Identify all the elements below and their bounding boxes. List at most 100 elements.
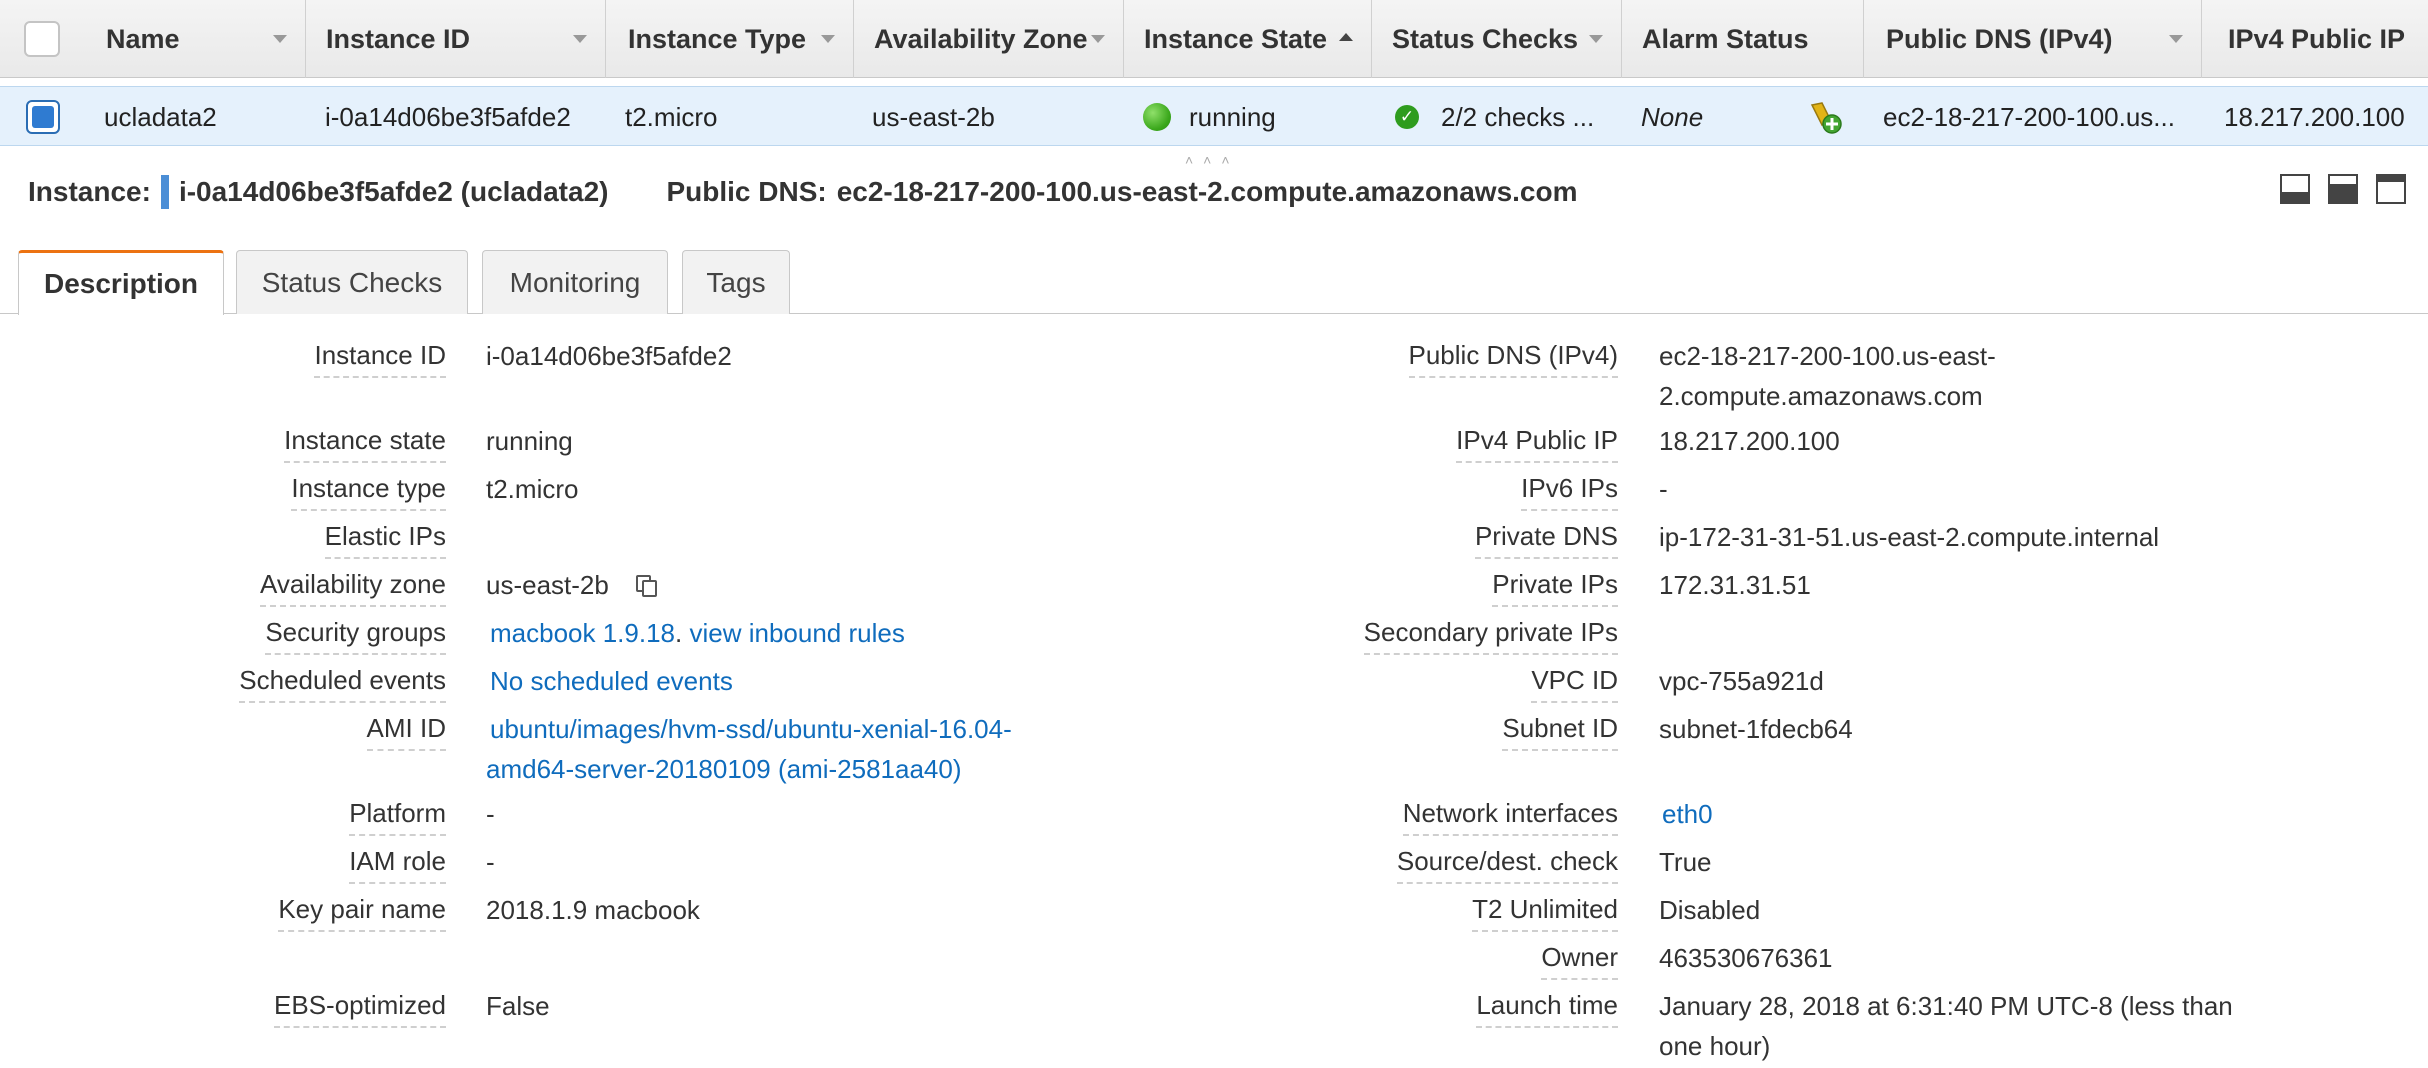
pane-bottom-icon[interactable] [2280,174,2310,204]
public-ip-value: 18.217.200.100 [1659,426,1840,456]
private-ips-value: 172.31.31.51 [1659,570,1811,600]
launch-time-line-1: January 28, 2018 at 6:31:40 PM UTC-8 (le… [1659,991,2233,1021]
tab-tags[interactable]: Tags [682,250,790,314]
field-label: EBS-optimized [274,990,446,1028]
field-label: Private IPs [1492,569,1618,607]
ami-id-line-1: ubuntu/images/hvm-ssd/ubuntu-xenial-16.0… [490,714,1012,744]
field-label: IPv4 Public IP [1456,425,1618,463]
column-header-alarm-status[interactable]: Alarm Status [1622,0,1864,78]
cell-public-dns: ec2-18-217-200-100.us... [1883,101,2175,132]
field-label: Instance state [284,425,446,463]
field-label: Network interfaces [1402,798,1618,836]
instance-id-value: i-0a14d06be3f5afde2 [486,341,732,371]
column-header-availability-zone[interactable]: Availability Zone [854,0,1124,78]
cell-instance-type: t2.micro [625,101,718,132]
public-dns-value: ec2-18-217-200-100.us-east- 2.compute.am… [1659,336,2279,416]
resize-grip-icon[interactable]: ˄˄˄ [1185,152,1240,168]
detail-dns-value: ec2-18-217-200-100.us-east-2.compute.ama… [836,176,1578,207]
tab-description[interactable]: Description [18,250,224,315]
sort-caret-icon [273,35,287,43]
t2-unlimited-value: Disabled [1659,895,1761,925]
field-label: IAM role [349,846,446,884]
column-header-label: Status Checks [1392,23,1579,54]
sort-caret-icon [821,35,835,43]
column-header-label: Alarm Status [1642,23,1809,54]
selection-marker [160,175,169,209]
column-header-label: Instance ID [326,23,471,54]
column-header-label: Public DNS (IPv4) [1886,23,2113,54]
column-header-label: Availability Zone [874,23,1088,54]
field-label: Security groups [265,617,446,655]
availability-zone-text: us-east-2b [486,570,609,600]
vpc-id-value: vpc-755a921d [1659,666,1824,696]
cell-name: ucladata2 [104,101,217,132]
field-label: Platform [349,798,446,836]
row-checkbox[interactable] [26,100,60,134]
instance-state-text: running [1189,101,1276,132]
column-header-label: Instance Type [628,23,807,54]
sort-caret-icon [573,35,587,43]
pane-middle-icon[interactable] [2328,174,2358,204]
field-label: Private DNS [1474,521,1618,559]
field-label: Elastic IPs [324,521,446,559]
column-header-label: Name [106,23,180,54]
field-label: Instance ID [314,340,446,378]
sort-caret-icon [1589,35,1603,43]
column-header-public-ip[interactable]: IPv4 Public IP [2202,0,2428,78]
detail-instance-label: Instance: [28,176,151,207]
launch-time-value: January 28, 2018 at 6:31:40 PM UTC-8 (le… [1659,986,2359,1066]
field-label: Instance type [291,473,446,511]
copy-icon[interactable] [636,575,658,597]
status-checks-text: 2/2 checks ... [1441,101,1595,132]
platform-value: - [486,799,495,829]
tab-monitoring[interactable]: Monitoring [482,250,668,314]
column-header-label: IPv4 Public IP [2228,23,2406,54]
network-interface-link[interactable]: eth0 [1662,794,2282,834]
cell-status-checks: ✓ 2/2 checks ... [1395,87,1607,147]
security-group-link[interactable]: macbook 1.9.18 [490,618,675,648]
detail-instance-value: i-0a14d06be3f5afde2 (ucladata2) [178,176,609,207]
checkbox-checked-icon [32,106,54,128]
check-passed-icon: ✓ [1395,105,1419,129]
column-header-name[interactable]: Name [84,0,306,78]
tab-status-checks[interactable]: Status Checks [236,250,468,314]
source-dest-check-value: True [1659,847,1712,877]
ami-id-link[interactable]: ubuntu/images/hvm-ssd/ubuntu-xenial-16.0… [486,709,1106,789]
cell-public-ip: 18.217.200.100 [2224,101,2405,132]
column-header-instance-id[interactable]: Instance ID [306,0,606,78]
cell-instance-id: i-0a14d06be3f5afde2 [325,101,571,132]
instance-type-value: t2.micro [486,474,579,504]
field-label: Public DNS (IPv4) [1408,340,1618,378]
field-label: Secondary private IPs [1363,617,1618,655]
view-inbound-rules-link[interactable]: view inbound rules [689,618,904,648]
detail-header: Instance: i-0a14d06be3f5afde2 (ucladata2… [28,172,1578,212]
security-groups-value: macbook 1.9.18. view inbound rules [490,613,1110,653]
sort-caret-icon [2169,35,2183,43]
select-all-checkbox[interactable] [24,21,60,57]
instance-state-value: running [486,426,573,456]
cell-availability-zone: us-east-2b [872,101,995,132]
field-label: VPC ID [1531,665,1618,703]
field-label: Launch time [1476,990,1618,1028]
cell-instance-state: running [1143,87,1276,147]
alarm-add-icon[interactable] [1808,99,1844,135]
column-header-status-checks[interactable]: Status Checks [1372,0,1622,78]
column-header-instance-state[interactable]: Instance State [1124,0,1372,78]
pane-top-icon[interactable] [2376,174,2406,204]
scheduled-events-link[interactable]: No scheduled events [490,661,1110,701]
column-header-instance-type[interactable]: Instance Type [606,0,854,78]
table-row[interactable]: ucladata2 i-0a14d06be3f5afde2 t2.micro u… [0,86,2428,146]
launch-time-line-2: one hour) [1659,1031,1771,1061]
column-header-public-dns[interactable]: Public DNS (IPv4) [1864,0,2202,78]
owner-value: 463530676361 [1659,943,1833,973]
ebs-optimized-value: False [486,991,550,1021]
field-label: Scheduled events [239,665,446,703]
separator: . [675,618,683,648]
field-label: Key pair name [278,894,446,932]
field-label: Owner [1541,942,1618,980]
sort-caret-icon [1091,35,1105,43]
subnet-id-value: subnet-1fdecb64 [1659,714,1853,744]
field-label: T2 Unlimited [1472,894,1618,932]
column-header-label: Instance State [1144,23,1328,54]
cell-alarm-status: None [1641,101,1704,132]
